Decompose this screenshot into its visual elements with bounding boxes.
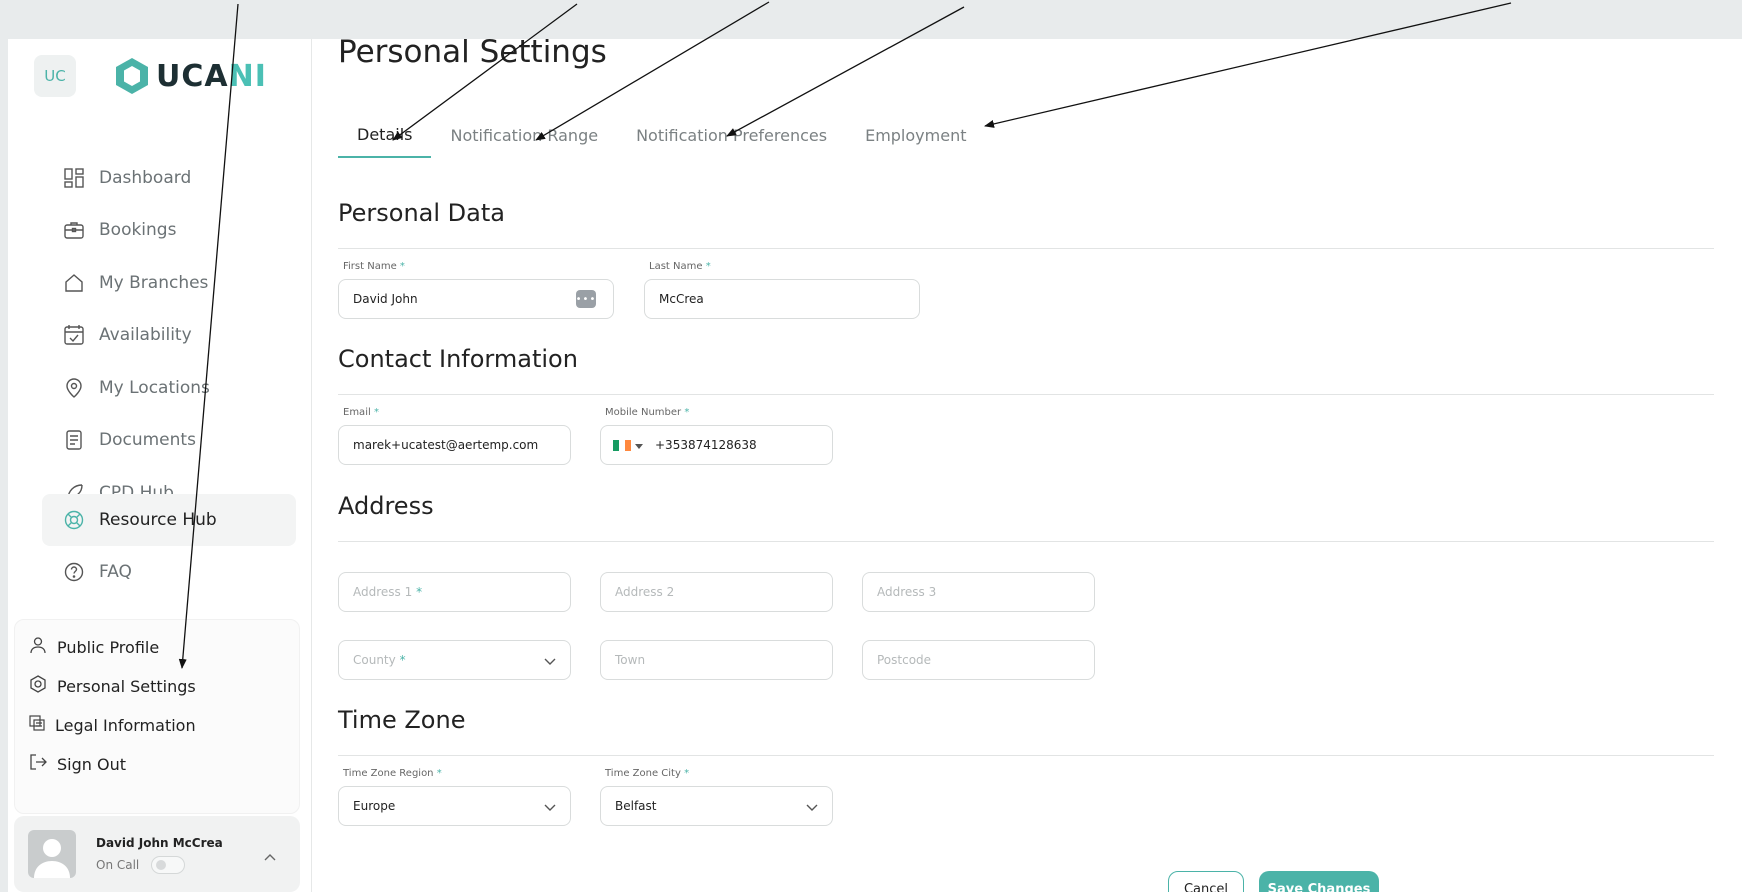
field-label: Time Zone City *: [605, 768, 690, 779]
divider: [338, 394, 1714, 395]
time-zone-city-value: Belfast: [615, 799, 657, 813]
sidebar-item-label: My Branches: [99, 273, 209, 293]
field-label: First Name *: [343, 261, 405, 272]
calendar-check-icon: [62, 323, 86, 347]
field-label: Email *: [343, 407, 379, 418]
menu-item-label: Public Profile: [57, 637, 160, 657]
logo-text-accent: NI: [228, 58, 267, 94]
home-icon: [62, 271, 86, 295]
country-dropdown-caret-icon[interactable]: [635, 438, 643, 452]
sidebar-item-dashboard[interactable]: Dashboard: [42, 152, 296, 204]
field-label: Mobile Number *: [605, 407, 690, 418]
menu-item-sign-out[interactable]: Sign Out: [29, 750, 126, 778]
address-3-field[interactable]: Address 3: [862, 572, 1095, 612]
save-changes-button[interactable]: Save Changes: [1259, 871, 1379, 892]
sidebar-item-label: Resource Hub: [99, 510, 217, 530]
sidebar-item-faq[interactable]: FAQ: [42, 546, 296, 598]
chevron-down-icon: [806, 801, 818, 815]
tab-notification-range[interactable]: Notification Range: [431, 113, 617, 158]
sidebar-item-label: Availability: [99, 325, 192, 345]
settings-tabs: Details Notification Range Notification …: [338, 113, 985, 158]
menu-item-label: Sign Out: [57, 754, 126, 774]
briefcase-icon: [62, 218, 86, 242]
user-icon: [29, 636, 47, 658]
first-name-value: David John: [353, 292, 418, 306]
sidebar-item-availability[interactable]: Availability: [42, 309, 296, 361]
page-title: Personal Settings: [338, 39, 607, 70]
sidebar-item-bookings[interactable]: Bookings: [42, 204, 296, 256]
tab-employment[interactable]: Employment: [846, 113, 985, 158]
app-window: UC UCANI Dashboard Bookings My Branches …: [8, 39, 1742, 892]
chevron-down-icon: [544, 655, 556, 669]
sidebar-item-my-locations[interactable]: My Locations: [42, 362, 296, 414]
divider: [338, 248, 1714, 249]
mobile-value: +353874128638: [655, 438, 757, 452]
field-label: Last Name *: [649, 261, 711, 272]
last-name-field[interactable]: McCrea: [644, 279, 920, 319]
toggle-knob: [156, 860, 166, 870]
lifebuoy-icon: [62, 508, 86, 532]
divider: [338, 541, 1714, 542]
org-badge[interactable]: UC: [34, 55, 76, 97]
sidebar-item-label: Bookings: [99, 220, 177, 240]
menu-item-personal-settings[interactable]: Personal Settings: [29, 672, 196, 700]
location-pin-icon: [62, 376, 86, 400]
section-title-address: Address: [338, 492, 434, 520]
sidebar-item-documents[interactable]: Documents: [42, 414, 296, 466]
more-dots-icon[interactable]: •••: [576, 290, 596, 308]
first-name-field[interactable]: David John •••: [338, 279, 614, 319]
email-field[interactable]: marek+ucatest@aertemp.com: [338, 425, 571, 465]
on-call-label: On Call: [96, 858, 140, 872]
hexagon-logo-icon: [116, 58, 148, 94]
menu-item-label: Legal Information: [55, 715, 196, 735]
on-call-toggle[interactable]: [151, 856, 185, 874]
document-icon: [62, 428, 86, 452]
sign-out-icon: [29, 753, 47, 775]
last-name-value: McCrea: [659, 292, 704, 306]
sidebar-item-label: Dashboard: [99, 168, 192, 188]
postcode-field[interactable]: Postcode: [862, 640, 1095, 680]
menu-item-public-profile[interactable]: Public Profile: [29, 633, 159, 661]
time-zone-region-value: Europe: [353, 799, 396, 813]
chevron-up-icon[interactable]: [264, 846, 276, 865]
email-value: marek+ucatest@aertemp.com: [353, 438, 539, 452]
account-menu: Public Profile Personal Settings Legal I…: [14, 619, 300, 814]
menu-item-label: Personal Settings: [57, 676, 196, 696]
address-2-field[interactable]: Address 2: [600, 572, 833, 612]
time-zone-city-select[interactable]: Belfast: [600, 786, 833, 826]
avatar: [28, 830, 76, 878]
dashboard-icon: [62, 166, 86, 190]
address-1-field[interactable]: Address 1 *: [338, 572, 571, 612]
sidebar-item-my-branches[interactable]: My Branches: [42, 257, 296, 309]
user-name: David John McCrea: [96, 836, 223, 850]
chevron-down-icon: [544, 801, 556, 815]
sidebar-item-label: My Locations: [99, 378, 210, 398]
town-field[interactable]: Town: [600, 640, 833, 680]
divider: [338, 755, 1714, 756]
question-circle-icon: [62, 560, 86, 584]
mobile-number-field[interactable]: +353874128638: [600, 425, 833, 465]
gear-icon: [29, 675, 47, 697]
sidebar: UC UCANI Dashboard Bookings My Branches …: [8, 39, 312, 892]
sidebar-item-resource-hub[interactable]: Resource Hub: [42, 494, 296, 546]
ireland-flag-icon[interactable]: [613, 439, 631, 451]
sidebar-item-label: Documents: [99, 430, 196, 450]
logo-text-main: UCA: [156, 58, 229, 94]
sidebar-item-label: FAQ: [99, 562, 132, 582]
default-avatar-icon: [34, 839, 70, 878]
section-title-personal-data: Personal Data: [338, 199, 505, 227]
field-label: Time Zone Region *: [343, 768, 442, 779]
main-content: Personal Settings Details Notification R…: [313, 39, 1742, 892]
copy-document-icon: [29, 715, 45, 735]
section-title-time-zone: Time Zone: [338, 706, 466, 734]
tab-details[interactable]: Details: [338, 113, 432, 158]
county-select[interactable]: County *: [338, 640, 571, 680]
section-title-contact-information: Contact Information: [338, 345, 578, 373]
cancel-button[interactable]: Cancel: [1168, 871, 1244, 892]
user-card[interactable]: David John McCrea On Call: [14, 816, 300, 892]
menu-item-legal-information[interactable]: Legal Information: [29, 711, 196, 739]
ucani-logo[interactable]: UCANI: [112, 56, 267, 96]
time-zone-region-select[interactable]: Europe: [338, 786, 571, 826]
tab-notification-preferences[interactable]: Notification Preferences: [617, 113, 846, 158]
